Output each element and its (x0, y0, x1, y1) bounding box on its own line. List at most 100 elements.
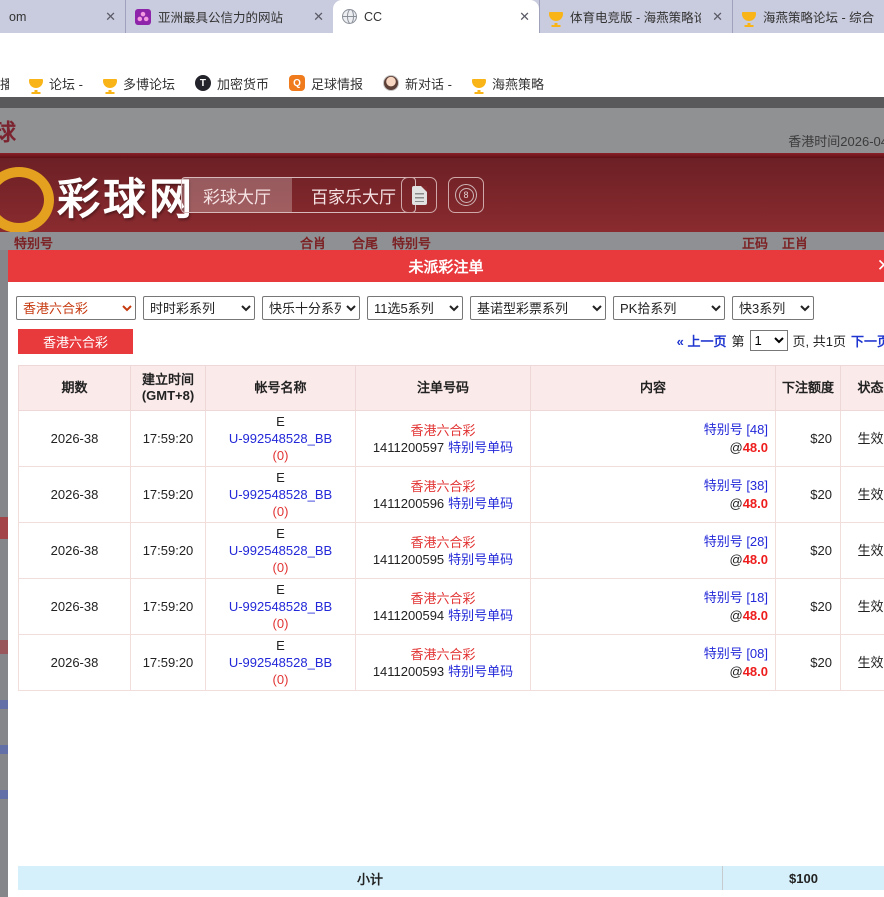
col-account: 帐号名称 (206, 366, 356, 411)
col-created-line1: 建立时间 (142, 372, 194, 387)
ticket-type-link[interactable]: 特别号单码 (448, 608, 513, 623)
trophy-icon (29, 79, 43, 88)
cell-amount: $20 (776, 579, 841, 635)
bookmark-new-chat[interactable]: 新对话 - (383, 74, 452, 93)
lottery-ball-button[interactable] (448, 177, 484, 213)
cell-time: 17:59:20 (131, 411, 206, 467)
cell-period: 2026-38 (19, 467, 131, 523)
tab-close-icon[interactable]: ✕ (712, 9, 723, 25)
page-select[interactable]: 1 (750, 330, 788, 351)
dimmed-left-strip (0, 250, 8, 897)
cell-amount: $20 (776, 467, 841, 523)
ticket-type-link[interactable]: 特别号单码 (448, 496, 513, 511)
cell-status: 生效 (841, 523, 884, 579)
browser-tab-4[interactable]: 体育电竞版 - 海燕策略论坛 ✕ (539, 0, 732, 33)
cell-account: EU-992548528_BB(0) (206, 411, 356, 467)
odds-at: @ (729, 552, 742, 567)
pick-link[interactable]: 特别号 [48] (535, 421, 768, 439)
col-ticket: 注单号码 (356, 366, 531, 411)
cell-content: 特别号 [28]@48.0 (531, 523, 776, 579)
col-period: 期数 (19, 366, 131, 411)
cell-ticket: 香港六合彩1411200595特别号单码 (356, 523, 531, 579)
account-link[interactable]: U-992548528_BB (210, 486, 351, 503)
cell-period: 2026-38 (19, 579, 131, 635)
filter-pk10-series[interactable]: PK拾系列 (613, 296, 725, 320)
cell-time: 17:59:20 (131, 523, 206, 579)
nav-baccarat-hall[interactable]: 百家乐大厅 (292, 178, 415, 212)
cell-content: 特别号 [48]@48.0 (531, 411, 776, 467)
tab-hk-mark-six[interactable]: 香港六合彩 (18, 329, 133, 354)
browser-tab-5[interactable]: 海燕策略论坛 - 综合 (732, 0, 884, 33)
pick-link[interactable]: 特别号 [28] (535, 533, 768, 551)
filter-k3-series[interactable]: 快3系列 (732, 296, 814, 320)
bookmark-forum[interactable]: 论坛 - (29, 74, 83, 93)
account-link[interactable]: U-992548528_BB (210, 542, 351, 559)
account-line: E (210, 637, 351, 654)
ticket-type-link[interactable]: 特别号单码 (448, 440, 513, 455)
pick-link[interactable]: 特别号 [38] (535, 477, 768, 495)
football-q-icon (289, 75, 305, 91)
ticket-number: 1411200593 (373, 664, 444, 679)
ticket-type-link[interactable]: 特别号单码 (448, 664, 513, 679)
close-icon[interactable]: ✕ (877, 256, 884, 276)
bookmark-partial[interactable]: 播 (0, 74, 9, 93)
bookmark-label: 论坛 - (49, 74, 83, 93)
bookmark-label: 足球情报 (311, 74, 363, 93)
next-page-link[interactable]: 下一页 (851, 331, 884, 350)
subtotal-bar: 小计 $100 (18, 866, 884, 890)
account-note: (0) (210, 615, 351, 632)
bookmark-label: 海燕策略 (492, 74, 544, 93)
odds-value: 48.0 (743, 440, 768, 455)
tab-close-icon[interactable]: ✕ (313, 9, 324, 25)
filter-ssc-series[interactable]: 时时彩系列 (143, 296, 255, 320)
cell-content: 特别号 [08]@48.0 (531, 635, 776, 691)
account-link[interactable]: U-992548528_BB (210, 654, 351, 671)
tab-title: CC (364, 10, 508, 24)
page-count-label: 页, 共1页 (793, 331, 846, 350)
browser-tab-2[interactable]: 亚洲最具公信力的网站 ✕ (125, 0, 333, 33)
account-link[interactable]: U-992548528_BB (210, 430, 351, 447)
subtotal-label: 小计 (18, 869, 722, 888)
pagination: « 上一页 第 1 页, 共1页 下一页 (677, 330, 884, 351)
col-created-time: 建立时间(GMT+8) (131, 366, 206, 411)
cell-ticket: 香港六合彩1411200593 特别号单码 (356, 635, 531, 691)
pick-link[interactable]: 特别号 [18] (535, 589, 768, 607)
pick-link[interactable]: 特别号 [08] (535, 645, 768, 663)
account-link[interactable]: U-992548528_BB (210, 598, 351, 615)
bookmark-crypto[interactable]: 加密货币 (195, 74, 269, 93)
ticket-type-link[interactable]: 特别号单码 (448, 552, 513, 567)
hk-time-label: 香港时间2026-04 (788, 131, 884, 150)
cell-ticket: 香港六合彩1411200594特别号单码 (356, 579, 531, 635)
tab-close-icon[interactable]: ✕ (519, 9, 530, 25)
lottery-series-filters: 香港六合彩 时时彩系列 快乐十分系列 11选5系列 基诺型彩票系列 PK拾系列 … (16, 296, 884, 320)
site-logo: 彩球网 (57, 165, 195, 227)
filter-keno-series[interactable]: 基诺型彩票系列 (470, 296, 606, 320)
page-word: 第 (732, 331, 745, 350)
bookmark-football-intel[interactable]: 足球情报 (289, 74, 363, 93)
report-button[interactable] (401, 177, 437, 213)
filter-11x5-series[interactable]: 11选5系列 (367, 296, 463, 320)
cell-ticket: 香港六合彩1411200596特别号单码 (356, 467, 531, 523)
bookmark-haiyan[interactable]: 海燕策略 (472, 74, 544, 93)
game-name: 香港六合彩 (360, 646, 526, 663)
bet-row: 2026-38 17:59:20 EU-992548528_BB(0) 香港六合… (19, 635, 884, 691)
page-top-divider (0, 97, 884, 108)
unsettled-bets-table: 期数 建立时间(GMT+8) 帐号名称 注单号码 内容 下注额度 状态 2026… (18, 365, 884, 691)
bookmarks-bar: 播 论坛 - 多博论坛 加密货币 足球情报 新对话 - 海燕策略 (0, 68, 884, 98)
browser-tab-active[interactable]: CC ✕ (333, 0, 539, 33)
ticket-number: 1411200597 (373, 440, 444, 455)
bookmark-duobo-forum[interactable]: 多博论坛 (103, 74, 175, 93)
filter-hk-mark-six[interactable]: 香港六合彩 (16, 296, 136, 320)
browser-tab-1[interactable]: om ✕ (0, 0, 125, 33)
coin-t-icon (195, 75, 211, 91)
filter-klsf-series[interactable]: 快乐十分系列 (262, 296, 360, 320)
dimmed-partial-text: 球 (0, 113, 16, 147)
bookmark-label: 多博论坛 (123, 74, 175, 93)
cell-status: 生效 (841, 579, 884, 635)
prev-page-link[interactable]: « 上一页 (677, 331, 727, 350)
tab-close-icon[interactable]: ✕ (105, 9, 116, 25)
avatar-icon (383, 75, 399, 91)
subtotal-amount: $100 (722, 866, 884, 890)
nav-lottery-hall[interactable]: 彩球大厅 (182, 178, 292, 212)
account-note: (0) (210, 447, 351, 464)
